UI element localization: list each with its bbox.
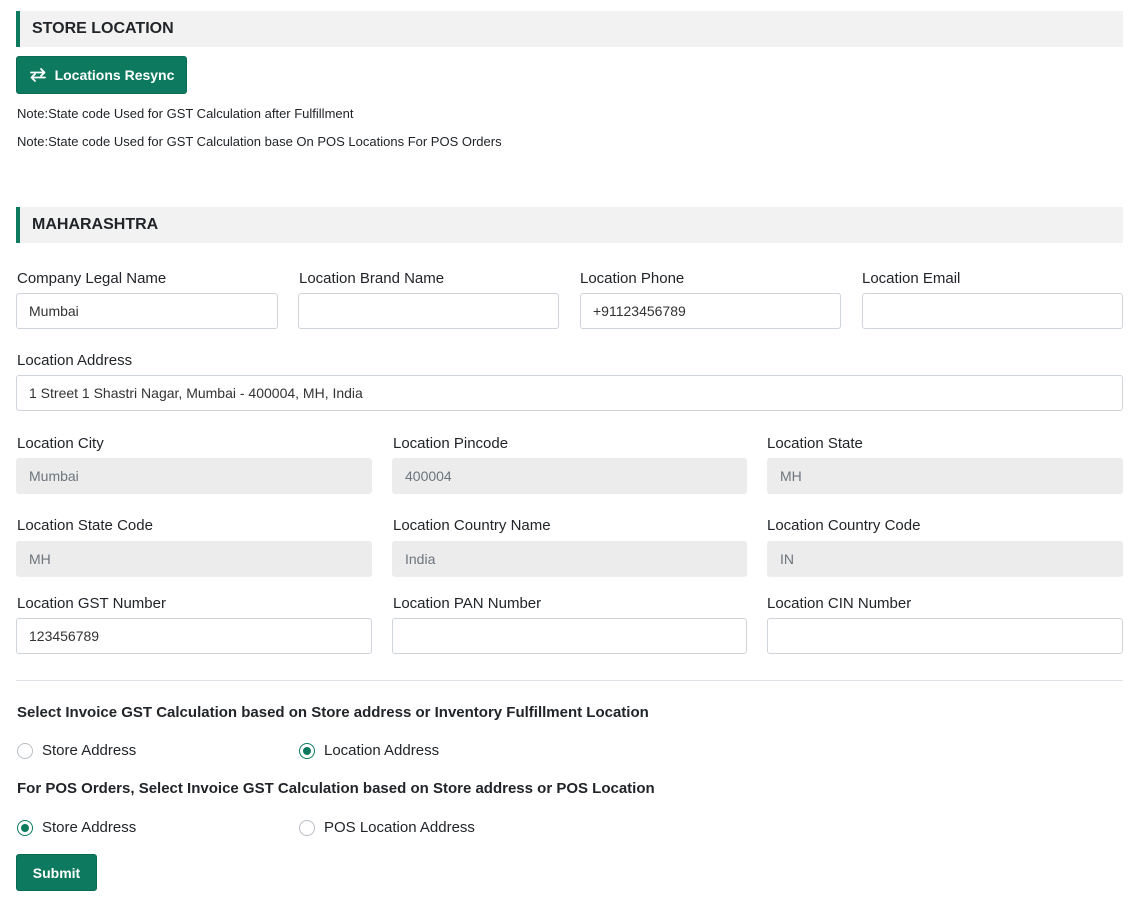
radio-invoice-location-address[interactable]: Location Address [299, 742, 439, 759]
radio-label: POS Location Address [324, 819, 475, 836]
radio-pos-store-address[interactable]: Store Address [17, 819, 136, 836]
location-email-input[interactable] [862, 293, 1123, 329]
radio-invoice-store-address[interactable]: Store Address [17, 742, 136, 759]
location-address-input[interactable]: 1 Street 1 Shastri Nagar, Mumbai - 40000… [16, 375, 1123, 411]
section-divider [16, 680, 1123, 681]
location-address-label: Location Address [17, 352, 133, 369]
invoice-gst-question: Select Invoice GST Calculation based on … [17, 704, 649, 721]
location-gst-number-label: Location GST Number [17, 595, 166, 612]
company-legal-name-label: Company Legal Name [17, 270, 167, 287]
location-brand-name-input[interactable] [298, 293, 559, 329]
radio-pos-location-address[interactable]: POS Location Address [299, 819, 475, 836]
sync-arrows-icon [29, 68, 46, 82]
locations-resync-label: Locations Resync [54, 67, 175, 83]
location-brand-name-label: Location Brand Name [299, 270, 445, 287]
location-pan-number-input[interactable] [392, 618, 747, 654]
location-state-code-label: Location State Code [17, 517, 153, 534]
location-city-label: Location City [17, 435, 104, 452]
pos-gst-question: For POS Orders, Select Invoice GST Calcu… [17, 780, 655, 797]
location-country-code-input: IN [767, 541, 1123, 577]
location-state-input: MH [767, 458, 1123, 494]
radio-label: Store Address [42, 819, 137, 836]
radio-circle[interactable] [299, 819, 315, 836]
store-location-header: STORE LOCATION [16, 11, 1123, 47]
location-email-label: Location Email [862, 270, 961, 287]
location-cin-number-input[interactable] [767, 618, 1123, 654]
location-country-name-input: India [392, 541, 747, 577]
location-state-code-input: MH [16, 541, 372, 577]
radio-label: Location Address [324, 742, 440, 759]
location-phone-input[interactable]: +91123456789 [580, 293, 841, 329]
location-country-code-label: Location Country Code [767, 517, 921, 534]
submit-button[interactable]: Submit [16, 854, 97, 891]
radio-label: Store Address [42, 742, 137, 759]
location-cin-number-label: Location CIN Number [767, 595, 912, 612]
note-pos: Note:State code Used for GST Calculation… [17, 134, 502, 149]
location-pincode-label: Location Pincode [393, 435, 509, 452]
location-city-input: Mumbai [16, 458, 372, 494]
location-header: MAHARASHTRA [16, 207, 1123, 243]
note-fulfillment: Note:State code Used for GST Calculation… [17, 106, 354, 121]
location-phone-label: Location Phone [580, 270, 685, 287]
location-pan-number-label: Location PAN Number [393, 595, 542, 612]
locations-resync-button[interactable]: Locations Resync [16, 56, 187, 94]
radio-circle-checked[interactable] [299, 742, 315, 759]
location-state-label: Location State [767, 435, 863, 452]
radio-circle[interactable] [17, 742, 33, 759]
location-pincode-input: 400004 [392, 458, 747, 494]
radio-circle-checked[interactable] [17, 819, 33, 836]
company-legal-name-input[interactable]: Mumbai [16, 293, 278, 329]
location-gst-number-input[interactable]: 123456789 [16, 618, 372, 654]
location-country-name-label: Location Country Name [393, 517, 551, 534]
